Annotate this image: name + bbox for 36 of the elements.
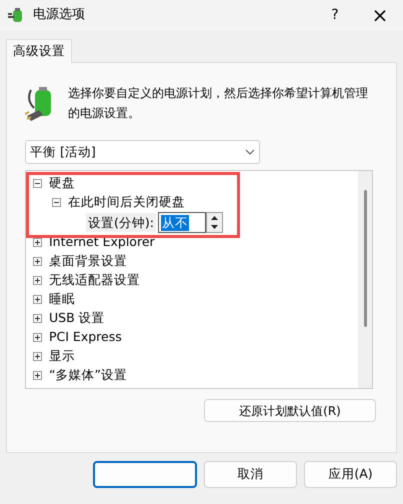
setting-label: 设置(分钟): <box>86 213 156 232</box>
spinner[interactable] <box>206 212 223 233</box>
tree-item[interactable]: Internet Explorer <box>49 233 155 252</box>
plan-dropdown[interactable]: 平衡 [活动] <box>25 140 260 164</box>
battery-plug-icon <box>7 6 25 24</box>
restore-defaults-button[interactable]: 还原计划默认值(R) <box>204 399 376 422</box>
expand-icon[interactable] <box>33 257 42 266</box>
expand-icon[interactable] <box>33 238 42 247</box>
tree-item[interactable]: 无线适配器设置 <box>49 271 140 290</box>
collapse-icon[interactable] <box>52 198 61 207</box>
chevron-down-icon <box>245 149 255 155</box>
window-title: 电源选项 <box>33 6 85 24</box>
expand-icon[interactable] <box>33 352 42 361</box>
description-text: 选择你要自定义的电源计划，然后选择你希望计算机管理的电源设置。 <box>68 85 369 122</box>
tree-item[interactable]: “多媒体”设置 <box>49 366 127 385</box>
minutes-input[interactable]: 从不 <box>158 212 206 233</box>
dialog-button[interactable]: 应用(A) <box>304 461 397 488</box>
expand-icon[interactable] <box>33 295 42 304</box>
tree-item[interactable]: 睡眠 <box>49 290 75 309</box>
tree-item[interactable]: 桌面背景设置 <box>49 252 127 271</box>
expand-icon[interactable] <box>33 276 42 285</box>
tab[interactable]: 高级设置 <box>6 39 72 63</box>
collapse-icon[interactable] <box>33 179 42 188</box>
default-button[interactable] <box>93 461 197 488</box>
tree-item[interactable]: 显示 <box>49 347 75 366</box>
close-button[interactable]: × <box>357 0 403 30</box>
tree-item[interactable]: PCI Express <box>49 328 122 347</box>
tree-item[interactable]: USB 设置 <box>49 309 105 328</box>
expand-icon[interactable] <box>33 333 42 342</box>
dialog-button[interactable]: 取消 <box>204 461 297 488</box>
tree-item[interactable]: 硬盘 <box>49 174 75 193</box>
expand-icon[interactable] <box>33 314 42 323</box>
scrollbar[interactable] <box>358 171 372 388</box>
tree-item[interactable]: 在此时间后关闭硬盘 <box>68 193 185 212</box>
expand-icon[interactable] <box>33 371 42 380</box>
help-button[interactable]: ? <box>313 0 357 30</box>
